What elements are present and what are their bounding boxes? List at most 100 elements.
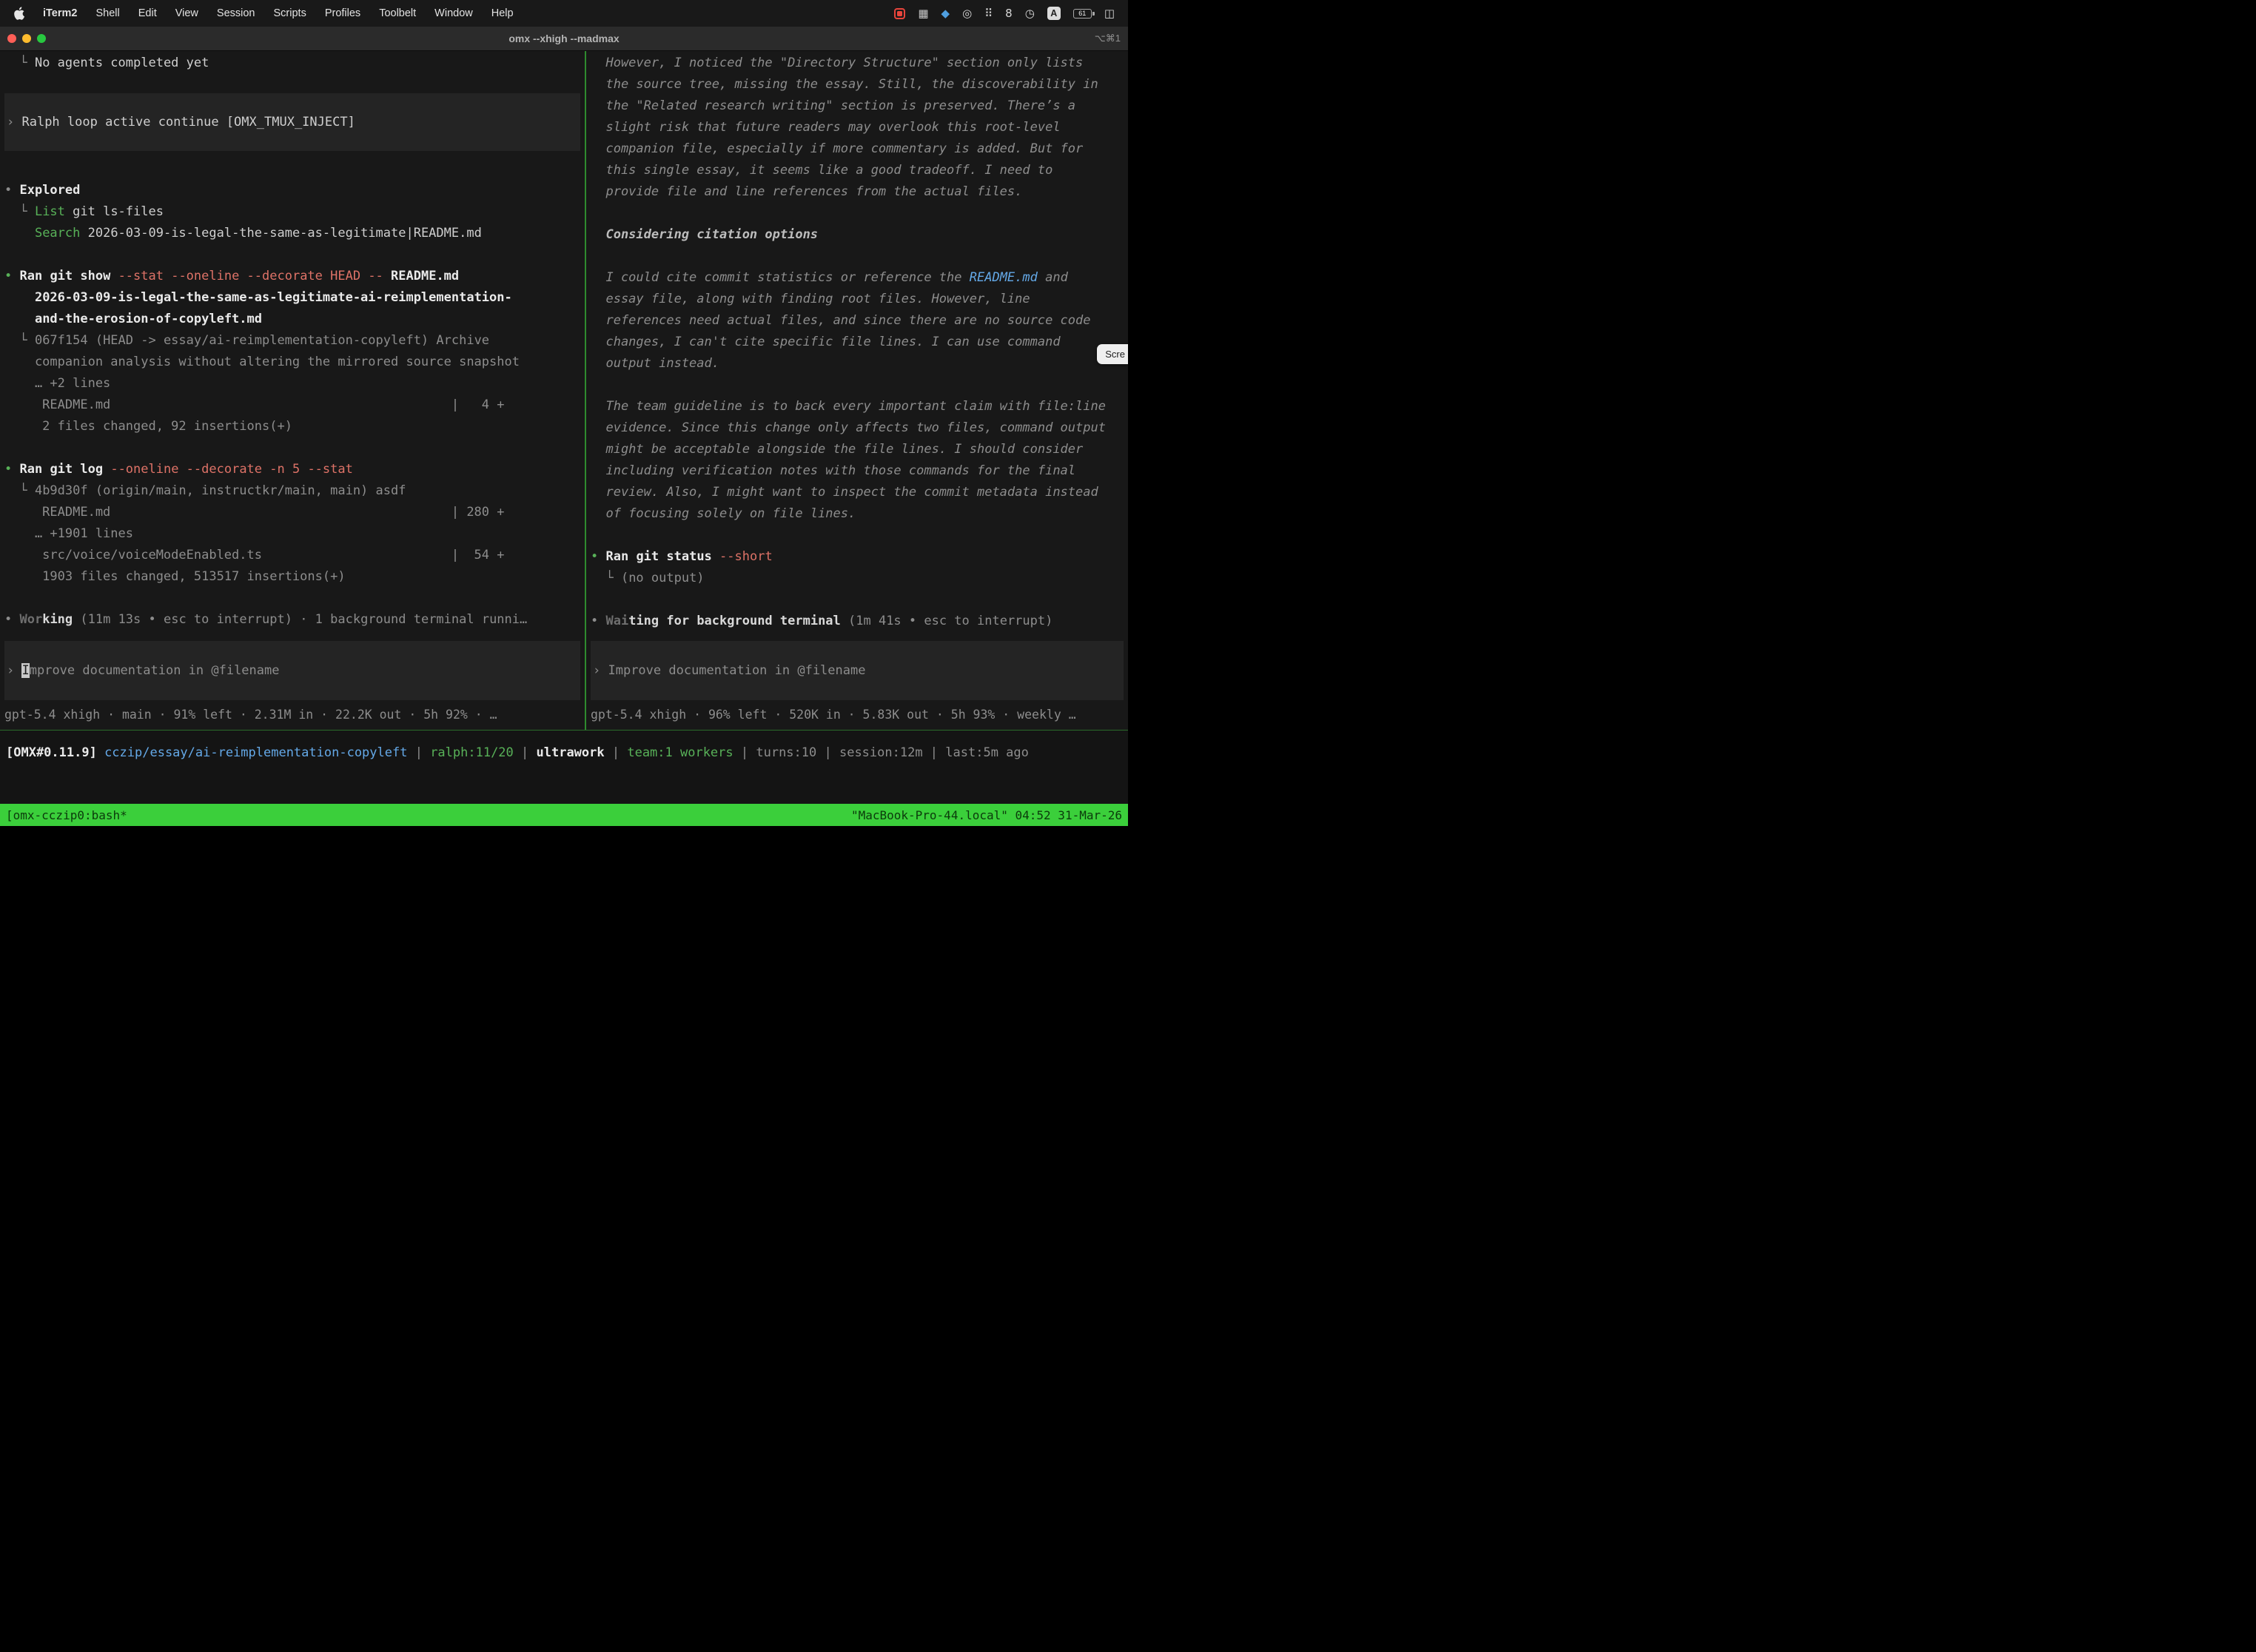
text-segment: --short [719,549,773,564]
terminal-line: • Ran git show --stat --oneline --decora… [4,266,585,287]
target-app-icon[interactable]: ◎ [962,8,972,19]
terminal-line: • Explored [4,180,585,201]
left-pane[interactable]: └ No agents completed yet› Ralph loop ac… [0,51,585,730]
menu-toolbelt[interactable]: Toolbelt [379,7,416,19]
text-segment: evidence. Since this change only affects… [591,420,1106,435]
text-segment: king [42,612,73,627]
terminal-line: └ (no output) [591,568,1128,589]
terminal-line: … +2 lines [4,373,585,394]
text-segment: provide file and line references from th… [591,184,1022,199]
text-segment: 2026-03-09-is-legal-the-same-as-legitima… [35,290,512,305]
menu-window[interactable]: Window [434,7,473,19]
text-segment: [OMX#0.11.9] [6,745,104,760]
text-cursor: I [21,663,29,678]
screen-recording-indicator[interactable] [894,8,905,19]
text-segment: (no output) [621,571,705,585]
omx-status-area: [OMX#0.11.9] cczip/essay/ai-reimplementa… [0,730,1128,804]
window-titlebar[interactable]: omx --xhigh --madmax ⌥⌘1 [0,27,1128,51]
battery-icon[interactable]: 61 [1073,9,1092,19]
text-segment: The team guideline is to back every impo… [591,399,1106,414]
blank-line [4,244,585,266]
terminal-line: The team guideline is to back every impo… [591,396,1128,417]
text-segment: | [605,745,628,760]
badge-8-icon[interactable]: 8 [1005,8,1013,19]
terminal-line: src/voice/voiceModeEnabled.ts | 54 + [4,545,585,566]
terminal-line: 2026-03-09-is-legal-the-same-as-legitima… [4,287,585,309]
terminal-line: • Working (11m 13s • esc to interrupt) ·… [4,609,585,631]
text-segment: 067f154 (HEAD -> essay/ai-reimplementati… [35,333,489,348]
text-segment: git show [50,269,118,283]
text-segment: cczip/essay/ai-reimplementation-copyleft [104,745,407,760]
text-segment: Wor [19,612,42,627]
text-segment: essay file, along with finding root file… [591,292,1030,306]
text-segment: slight risk that future readers may over… [591,120,1061,135]
text-segment: Wai [605,614,628,628]
text-segment: … +2 lines [4,376,110,391]
terminal-line: including verification notes with those … [591,460,1128,482]
text-segment: -n 5 --stat [269,462,353,477]
dots-grid-icon[interactable]: ⠿ [984,8,993,19]
text-segment: README.md [970,270,1038,285]
apple-menu[interactable] [13,7,24,20]
blue-app-icon[interactable]: ◆ [941,8,950,19]
text-segment: Search [35,226,80,241]
left-prompt-input[interactable]: › Improve documentation in @filename [4,641,580,700]
menu-profiles[interactable]: Profiles [325,7,360,19]
terminal-line: evidence. Since this change only affects… [591,417,1128,439]
terminal-area: └ No agents completed yet› Ralph loop ac… [0,51,1128,730]
terminal-line: README.md | 280 + [4,502,585,523]
text-segment: 2 files changed, 92 insertions(+) [4,419,292,434]
terminal-line: might be acceptable alongside the file l… [591,439,1128,460]
menu-scripts[interactable]: Scripts [274,7,306,19]
terminal-line: companion file, especially if more comme… [591,138,1128,160]
text-segment: List [35,204,65,219]
prompt-chevron-icon: › [593,663,608,678]
menu-view[interactable]: View [175,7,198,19]
close-button[interactable] [7,34,16,43]
blank-line [4,588,585,609]
minimize-button[interactable] [22,34,31,43]
terminal-line: • Ran git status --short [591,546,1128,568]
text-segment: output instead. [591,356,719,371]
terminal-line: • Waiting for background terminal (1m 41… [591,611,1128,632]
menu-help[interactable]: Help [491,7,514,19]
control-center-icon[interactable]: ◫ [1104,8,1115,19]
blank-line [591,246,1128,267]
clock-app-icon[interactable]: ◷ [1025,8,1035,19]
input-placeholder: mprove documentation in @filename [30,663,280,678]
text-segment: including verification notes with those … [591,463,1075,478]
text-segment: Ralph loop active continue [OMX_TMUX_INJ… [21,115,355,130]
blank-line [591,525,1128,546]
text-segment: 4b9d30f (origin/main, instructkr/main, m… [35,483,406,498]
text-segment: | [514,745,537,760]
terminal-line: README.md | 4 + [4,394,585,416]
menu-session[interactable]: Session [217,7,255,19]
input-source-icon[interactable]: A [1047,7,1061,20]
text-segment: session:12m [839,745,923,760]
terminal-line: the source tree, missing the essay. Stil… [591,74,1128,95]
menu-edit[interactable]: Edit [138,7,157,19]
text-segment: git log [50,462,110,477]
right-prompt-input[interactable]: › Improve documentation in @filename [591,641,1124,700]
zoom-button[interactable] [37,34,46,43]
terminal-line: and-the-erosion-of-copyleft.md [4,309,585,330]
text-segment: I could cite commit statistics or refere… [591,270,970,285]
text-segment: review. Also, I might want to inspect th… [591,485,1098,500]
text-segment: └ [591,571,621,585]
text-segment: team:1 workers [627,745,733,760]
text-segment: companion file, especially if more comme… [591,141,1083,156]
text-segment: last:5m ago [945,745,1029,760]
text-segment: ultrawork [537,745,605,760]
grid-app-icon[interactable]: ▦ [918,8,928,19]
menu-iterm2[interactable]: iTerm2 [43,7,77,19]
terminal-line: changes, I can't cite specific file line… [591,332,1128,353]
tmux-session-label: [omx-cczip0:bash* [6,808,127,822]
text-segment: | [407,745,430,760]
right-pane[interactable]: However, I noticed the "Directory Struct… [586,51,1128,730]
text-segment: 1903 files changed, 513517 insertions(+) [4,569,346,584]
text-segment: references need actual files, and since … [591,313,1091,328]
text-segment: | [816,745,839,760]
menu-shell[interactable]: Shell [95,7,119,19]
text-segment: └ [4,483,35,498]
terminal-line: the "Related research writing" section i… [591,95,1128,117]
